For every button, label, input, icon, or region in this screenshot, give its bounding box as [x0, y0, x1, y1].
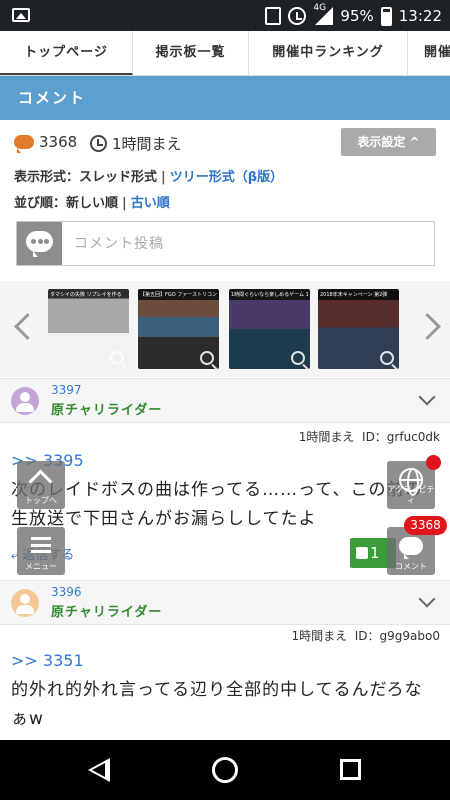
display-settings-button[interactable]: 表示設定 ^: [341, 128, 436, 156]
activity-label: アクティビティ: [387, 485, 435, 505]
sort-row: 並び順：新しい順 | 古い順: [14, 192, 434, 216]
menu-button[interactable]: メニュー: [17, 527, 65, 575]
post-placeholder: コメント投稿: [74, 236, 164, 252]
battery-percent: 95%: [340, 7, 374, 25]
screen: 4G 95% 13:22 トップページ 掲示板一覧 開催中ランキング 開催 コメ…: [0, 0, 450, 800]
gallery-icon: [12, 8, 30, 22]
clock-time: 13:22: [398, 7, 442, 25]
thumbs-up-icon: [356, 547, 368, 559]
carousel-thumbnail[interactable]: 1時間ぐらいなら楽しめるゲーム 1【特別ポイントミッション】: [229, 289, 310, 369]
chevron-down-icon[interactable]: [418, 590, 436, 608]
battery-icon: [380, 6, 392, 26]
thumbnail-caption: タマシイの失敗 リプレイを作る: [50, 292, 122, 298]
comment-icon: [399, 537, 423, 559]
comment-bubble-icon: [14, 135, 34, 153]
alarm-icon: [288, 7, 307, 25]
zoom-icon: [200, 351, 214, 365]
comment-header: 3396 原チャリライダー: [0, 580, 450, 625]
tab-board-list[interactable]: 掲示板一覧: [133, 31, 249, 75]
format-label: 表示形式：: [14, 170, 80, 185]
network-type: 4G: [313, 3, 327, 13]
comment-id: ID：g9g9abo0: [354, 629, 440, 643]
recent-apps-icon[interactable]: [340, 759, 361, 780]
zoom-icon: [291, 351, 305, 365]
last-updated-time: 1時間まえ: [112, 135, 182, 153]
comment-count-badge: 3368: [404, 516, 447, 535]
menu-icon: [31, 537, 51, 553]
format-thread-option[interactable]: スレッド形式: [79, 166, 157, 185]
tab-event[interactable]: 開催: [408, 31, 450, 75]
comment-body: 的外れ的外れ言ってる辺り全部的中してるんだろなぁw: [11, 680, 423, 729]
scroll-top-button[interactable]: トップへ: [17, 461, 65, 509]
sort-separator: |: [122, 196, 127, 211]
comment-number[interactable]: 3397: [51, 383, 82, 397]
clock-icon: [90, 135, 107, 152]
comment-number[interactable]: 3396: [51, 585, 82, 599]
comment-body: 次のレイドボスの曲は作ってる……って、この前の生放送で下田さんがお漏らししてたよ: [11, 480, 423, 529]
comment-header: 3397 原チャリライダー: [0, 378, 450, 423]
scroll-top-label: トップへ: [25, 496, 57, 505]
sort-label: 並び順：: [14, 196, 67, 211]
comment-post-input[interactable]: コメント投稿: [16, 221, 435, 266]
comment-time: 1時間まえ: [298, 430, 355, 444]
thumbnail-caption: 【第五回】FGO ファーストリコン 感想雑談: [140, 292, 217, 298]
android-nav-bar: [0, 740, 450, 800]
notification-dot: [426, 455, 441, 470]
comment-author: 原チャリライダー: [51, 605, 163, 620]
zoom-icon: [380, 351, 394, 365]
home-icon[interactable]: [212, 757, 238, 783]
carousel-thumbnail[interactable]: 【第五回】FGO ファーストリコン 感想雑談: [138, 289, 219, 369]
comment-time: 1時間まえ: [291, 629, 348, 643]
chat-icon: [17, 222, 62, 265]
comment-meta-line: 1時間まえ ID：g9g9abo0: [291, 627, 440, 644]
comment-count-value: 3368: [39, 133, 78, 151]
comment-id: ID：grfuc0dk: [362, 430, 440, 444]
tab-top-page[interactable]: トップページ: [0, 31, 133, 75]
carousel-next-icon[interactable]: [418, 311, 440, 345]
carousel-thumbnail[interactable]: 2018年末キャンペーン 第2弾: [318, 289, 399, 369]
sort-newest-option[interactable]: 新しい順: [66, 192, 118, 211]
format-tree-option[interactable]: ツリー形式（β版）: [170, 166, 283, 185]
sort-oldest-option[interactable]: 古い順: [131, 192, 170, 211]
status-bar: 4G 95% 13:22: [0, 0, 450, 31]
thumbnail-caption: 2018年末キャンペーン 第2弾: [320, 292, 388, 298]
zoom-icon: [110, 351, 124, 365]
comment-meta-line: 1時間まえ ID：grfuc0dk: [299, 428, 440, 445]
reply-anchor-link[interactable]: >> 3351: [11, 651, 84, 670]
back-icon[interactable]: [88, 758, 110, 782]
signal-icon: 4G: [313, 3, 334, 25]
carousel-thumbnail[interactable]: タマシイの失敗 リプレイを作る: [48, 289, 129, 369]
carousel-prev-icon[interactable]: [10, 311, 32, 345]
arrow-up-icon: [28, 469, 53, 494]
comment-author: 原チャリライダー: [51, 403, 163, 418]
comment-meta: 3368 1時間まえ 表示設定 ^: [14, 128, 439, 158]
vibrate-icon: [265, 7, 282, 25]
format-separator: |: [161, 170, 166, 185]
menu-label: メニュー: [25, 562, 57, 571]
avatar[interactable]: [11, 589, 39, 617]
section-title: コメント: [0, 76, 450, 120]
image-carousel: タマシイの失敗 リプレイを作る 【第五回】FGO ファーストリコン 感想雑談 1…: [0, 281, 450, 377]
like-count: 1: [370, 544, 380, 562]
comment-count: 3368: [14, 133, 78, 153]
top-tabs: トップページ 掲示板一覧 開催中ランキング 開催: [0, 31, 450, 76]
chevron-down-icon[interactable]: [418, 388, 436, 406]
avatar[interactable]: [11, 387, 39, 415]
tab-ranking[interactable]: 開催中ランキング: [249, 31, 408, 75]
format-row: 表示形式：スレッド形式 | ツリー形式（β版）: [14, 166, 434, 190]
comment-label: コメント: [395, 562, 427, 571]
last-updated: 1時間まえ: [90, 133, 182, 154]
thumbnail-caption: 1時間ぐらいなら楽しめるゲーム 1【特別ポイントミッション】: [231, 292, 308, 298]
status-icons: 4G 95% 13:22: [265, 3, 442, 27]
